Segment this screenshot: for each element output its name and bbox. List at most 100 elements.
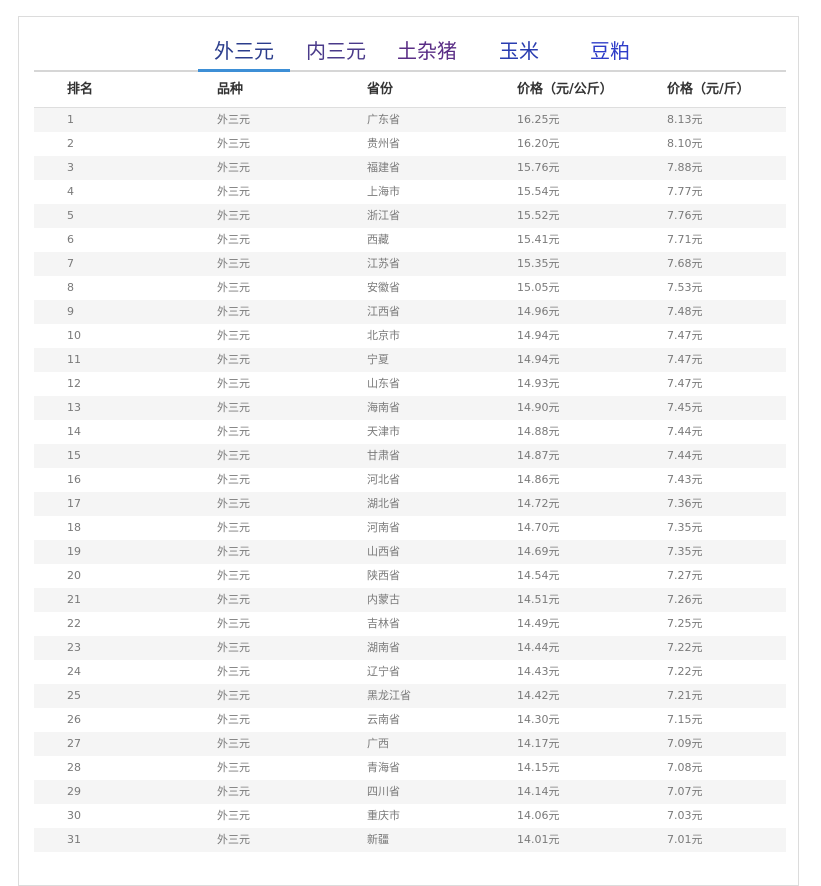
province-cell: 重庆市 xyxy=(367,809,400,822)
price-jin-cell: 7.43元 xyxy=(667,473,703,486)
table-row: 29 外三元 四川省 14.14元 7.07元 xyxy=(34,780,786,804)
price-kg-cell: 14.90元 xyxy=(517,401,560,414)
price-kg-cell: 15.52元 xyxy=(517,209,560,222)
table-row: 26 外三元 云南省 14.30元 7.15元 xyxy=(34,708,786,732)
province-cell: 新疆 xyxy=(367,833,389,846)
price-jin-cell: 7.36元 xyxy=(667,497,703,510)
header-price-jin: 价格（元/斤） xyxy=(667,82,750,97)
price-kg-cell: 14.96元 xyxy=(517,305,560,318)
price-panel: 外三元 内三元 土杂猪 玉米 豆粕 排名 品种 省份 价格（元/公斤） 价格（元… xyxy=(18,16,799,886)
price-kg-cell: 14.88元 xyxy=(517,425,560,438)
price-jin-cell: 8.10元 xyxy=(667,137,703,150)
rank-cell: 15 xyxy=(67,449,81,462)
breed-cell: 外三元 xyxy=(217,329,250,342)
price-jin-cell: 7.47元 xyxy=(667,329,703,342)
price-jin-cell: 7.07元 xyxy=(667,785,703,798)
table-row: 15 外三元 甘肃省 14.87元 7.44元 xyxy=(34,444,786,468)
price-jin-cell: 7.26元 xyxy=(667,593,703,606)
breed-cell: 外三元 xyxy=(217,425,250,438)
price-kg-cell: 14.01元 xyxy=(517,833,560,846)
breed-cell: 外三元 xyxy=(217,689,250,702)
price-kg-cell: 14.14元 xyxy=(517,785,560,798)
table-row: 21 外三元 内蒙古 14.51元 7.26元 xyxy=(34,588,786,612)
province-cell: 上海市 xyxy=(367,185,400,198)
tab-yu-mi[interactable]: 玉米 xyxy=(498,37,540,70)
province-cell: 浙江省 xyxy=(367,209,400,222)
table-row: 9 外三元 江西省 14.96元 7.48元 xyxy=(34,300,786,324)
rank-cell: 5 xyxy=(67,209,74,222)
rank-cell: 10 xyxy=(67,329,81,342)
rank-cell: 9 xyxy=(67,305,74,318)
rank-cell: 13 xyxy=(67,401,81,414)
price-jin-cell: 7.68元 xyxy=(667,257,703,270)
breed-cell: 外三元 xyxy=(217,401,250,414)
rank-cell: 30 xyxy=(67,809,81,822)
province-cell: 江西省 xyxy=(367,305,400,318)
table-body: 1 外三元 广东省 16.25元 8.13元 2 外三元 贵州省 16.20元 8.10元 3 外三元… xyxy=(34,108,786,852)
rank-cell: 8 xyxy=(67,281,74,294)
price-jin-cell: 8.13元 xyxy=(667,113,703,126)
table-row: 11 外三元 宁夏 14.94元 7.47元 xyxy=(34,348,786,372)
province-cell: 福建省 xyxy=(367,161,400,174)
tab-tu-za-zhu[interactable]: 土杂猪 xyxy=(396,37,458,70)
table-row: 31 外三元 新疆 14.01元 7.01元 xyxy=(34,828,786,852)
rank-cell: 19 xyxy=(67,545,81,558)
tab-nei-san-yuan[interactable]: 内三元 xyxy=(305,37,367,70)
rank-cell: 2 xyxy=(67,137,74,150)
price-jin-cell: 7.88元 xyxy=(667,161,703,174)
province-cell: 江苏省 xyxy=(367,257,400,270)
table-row: 7 外三元 江苏省 15.35元 7.68元 xyxy=(34,252,786,276)
price-kg-cell: 14.86元 xyxy=(517,473,560,486)
breed-cell: 外三元 xyxy=(217,233,250,246)
province-cell: 河南省 xyxy=(367,521,400,534)
price-kg-cell: 15.35元 xyxy=(517,257,560,270)
tab-wai-san-yuan[interactable]: 外三元 xyxy=(198,37,290,72)
table-row: 23 外三元 湖南省 14.44元 7.22元 xyxy=(34,636,786,660)
tab-dou-po[interactable]: 豆粕 xyxy=(589,37,631,70)
breed-cell: 外三元 xyxy=(217,161,250,174)
province-cell: 陕西省 xyxy=(367,569,400,582)
table-row: 25 外三元 黑龙江省 14.42元 7.21元 xyxy=(34,684,786,708)
price-jin-cell: 7.47元 xyxy=(667,377,703,390)
breed-cell: 外三元 xyxy=(217,185,250,198)
breed-cell: 外三元 xyxy=(217,665,250,678)
price-jin-cell: 7.35元 xyxy=(667,521,703,534)
price-kg-cell: 15.41元 xyxy=(517,233,560,246)
table-row: 3 外三元 福建省 15.76元 7.88元 xyxy=(34,156,786,180)
rank-cell: 29 xyxy=(67,785,81,798)
rank-cell: 24 xyxy=(67,665,81,678)
table-row: 19 外三元 山西省 14.69元 7.35元 xyxy=(34,540,786,564)
price-jin-cell: 7.35元 xyxy=(667,545,703,558)
province-cell: 西藏 xyxy=(367,233,389,246)
breed-cell: 外三元 xyxy=(217,449,250,462)
price-kg-cell: 15.54元 xyxy=(517,185,560,198)
rank-cell: 20 xyxy=(67,569,81,582)
price-kg-cell: 15.76元 xyxy=(517,161,560,174)
table-row: 17 外三元 湖北省 14.72元 7.36元 xyxy=(34,492,786,516)
price-kg-cell: 14.70元 xyxy=(517,521,560,534)
table-row: 6 外三元 西藏 15.41元 7.71元 xyxy=(34,228,786,252)
province-cell: 贵州省 xyxy=(367,137,400,150)
price-jin-cell: 7.77元 xyxy=(667,185,703,198)
rank-cell: 12 xyxy=(67,377,81,390)
table-row: 27 外三元 广西 14.17元 7.09元 xyxy=(34,732,786,756)
province-cell: 甘肃省 xyxy=(367,449,400,462)
table-row: 12 外三元 山东省 14.93元 7.47元 xyxy=(34,372,786,396)
province-cell: 广西 xyxy=(367,737,389,750)
breed-cell: 外三元 xyxy=(217,209,250,222)
rank-cell: 7 xyxy=(67,257,74,270)
breed-cell: 外三元 xyxy=(217,377,250,390)
price-kg-cell: 14.06元 xyxy=(517,809,560,822)
price-jin-cell: 7.22元 xyxy=(667,665,703,678)
price-jin-cell: 7.76元 xyxy=(667,209,703,222)
breed-cell: 外三元 xyxy=(217,353,250,366)
province-cell: 北京市 xyxy=(367,329,400,342)
breed-cell: 外三元 xyxy=(217,569,250,582)
header-price-kg: 价格（元/公斤） xyxy=(517,82,613,97)
province-cell: 海南省 xyxy=(367,401,400,414)
price-kg-cell: 15.05元 xyxy=(517,281,560,294)
breed-cell: 外三元 xyxy=(217,521,250,534)
rank-cell: 26 xyxy=(67,713,81,726)
price-kg-cell: 14.54元 xyxy=(517,569,560,582)
price-kg-cell: 14.43元 xyxy=(517,665,560,678)
